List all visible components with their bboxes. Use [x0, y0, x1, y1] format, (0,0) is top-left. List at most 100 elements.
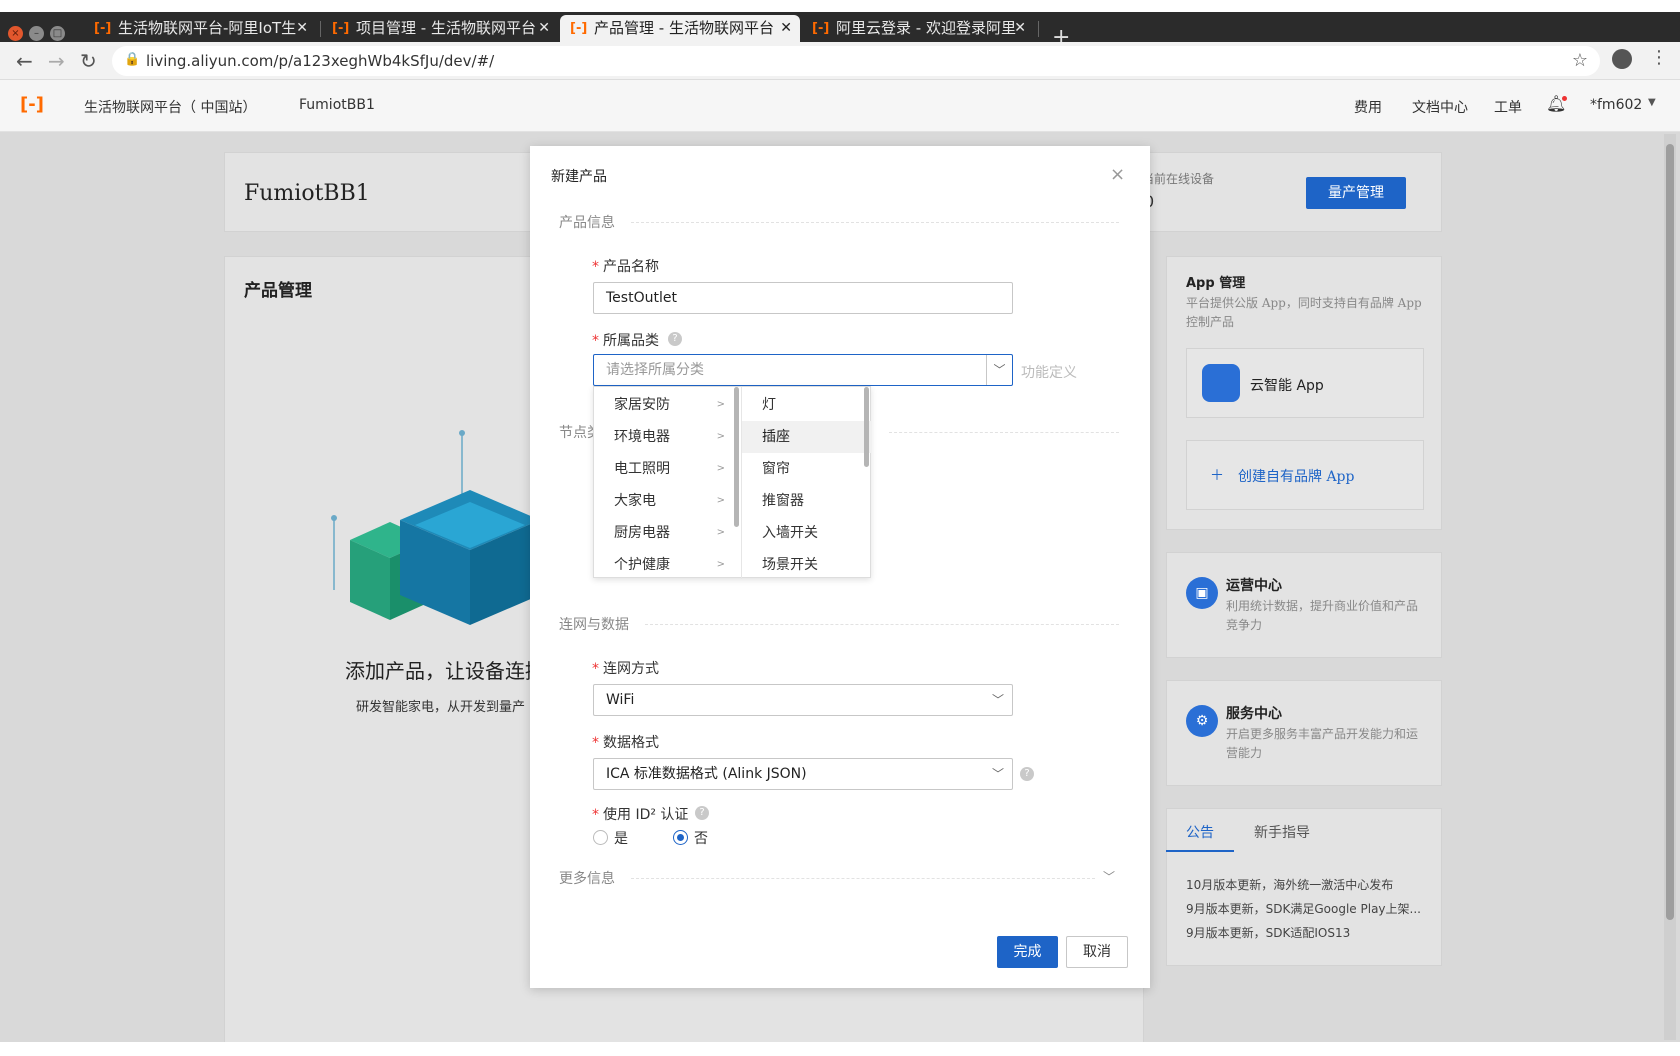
- category-option[interactable]: 环境电器 >: [594, 421, 741, 453]
- reload-icon[interactable]: ↻: [80, 49, 97, 73]
- address-bar[interactable]: 🔒 living.aliyun.com/p/a123xeghWb4kSfJu/d…: [112, 46, 1600, 76]
- category-option[interactable]: 厨房电器 >: [594, 517, 741, 549]
- browser-tab[interactable]: [-] 项目管理 - 生活物联网平台 ✕: [322, 15, 558, 42]
- chevron-down-icon[interactable]: ﹀: [986, 355, 1012, 385]
- product-illustration: [331, 430, 540, 625]
- tab-title: 生活物联网平台-阿里IoT生: [118, 19, 297, 37]
- close-icon[interactable]: ×: [1110, 164, 1125, 185]
- chevron-right-icon: >: [716, 527, 725, 538]
- label-text: 连网方式: [603, 661, 659, 677]
- data-format-value: ICA 标准数据格式 (Alink JSON): [606, 766, 807, 782]
- online-devices-label: 当前在线设备: [1142, 172, 1215, 186]
- chevron-down-icon[interactable]: ﹀: [992, 759, 1004, 789]
- category-option[interactable]: 大家电 >: [594, 485, 741, 517]
- account-avatar-icon[interactable]: [1612, 49, 1632, 69]
- category-option[interactable]: 灯: [742, 389, 872, 421]
- option-label: 大家电: [614, 493, 656, 509]
- section-title: 连网与数据: [559, 617, 629, 633]
- category-option-highlighted[interactable]: 插座: [742, 421, 872, 453]
- label-text: 数据格式: [603, 735, 659, 751]
- dialog-title: 新建产品: [551, 169, 607, 185]
- tab-close-icon[interactable]: ✕: [780, 15, 792, 42]
- browser-tab-bar: × – □ [-] 生活物联网平台-阿里IoT生 ✕ [-] 项目管理 - 生活…: [0, 12, 1680, 50]
- window-minimize-icon[interactable]: –: [29, 26, 44, 41]
- help-icon[interactable]: ?: [1020, 767, 1034, 781]
- cloud-app-icon: [1202, 364, 1240, 402]
- chevron-right-icon: >: [716, 463, 725, 474]
- section-more-info[interactable]: 更多信息 ﹀: [559, 868, 1119, 888]
- nav-tickets[interactable]: 工单: [1494, 97, 1522, 117]
- product-name-input[interactable]: TestOutlet: [593, 282, 1013, 314]
- dropdown-scrollbar[interactable]: [864, 387, 869, 467]
- chevron-down-icon[interactable]: ﹀: [992, 685, 1004, 715]
- category-option[interactable]: 电工照明 >: [594, 453, 741, 485]
- create-brand-app-link[interactable]: 创建自有品牌 App: [1238, 466, 1354, 486]
- tab-separator: [320, 21, 321, 37]
- plus-icon: ＋: [1210, 468, 1224, 484]
- help-icon[interactable]: ?: [668, 332, 682, 346]
- dropdown-scrollbar[interactable]: [734, 387, 739, 527]
- network-select[interactable]: WiFi ﹀: [593, 684, 1013, 716]
- tab-close-icon[interactable]: ✕: [296, 15, 308, 42]
- id2-yes-radio[interactable]: [593, 830, 608, 845]
- window-close-icon[interactable]: ×: [8, 26, 23, 41]
- category-option[interactable]: 个护健康 >: [594, 549, 741, 579]
- category-option[interactable]: 窗帘: [742, 453, 872, 485]
- category-option[interactable]: 家居安防 >: [594, 389, 741, 421]
- category-option[interactable]: 入墙开关: [742, 517, 872, 549]
- browser-menu-icon[interactable]: ⋮: [1650, 47, 1668, 68]
- browser-tab[interactable]: [-] 阿里云登录 - 欢迎登录阿里 ✕: [802, 15, 1034, 42]
- news-item[interactable]: 10月版本更新，海外统一激活中心发布: [1186, 876, 1393, 893]
- browser-tab[interactable]: [-] 生活物联网平台-阿里IoT生 ✕: [84, 15, 316, 42]
- function-definition-label: 功能定义: [1021, 365, 1077, 381]
- new-product-dialog: 新建产品 × 产品信息 * 产品名称 TestOutlet * 所属品类 ? 请选择…: [530, 146, 1150, 988]
- category-option[interactable]: 推窗器: [742, 485, 872, 517]
- bookmark-star-icon[interactable]: ☆: [1572, 50, 1588, 71]
- window-top-strip: [0, 0, 1680, 12]
- category-placeholder: 请选择所属分类: [606, 362, 704, 378]
- tab-close-icon[interactable]: ✕: [1014, 15, 1026, 42]
- app-header: [-] 生活物联网平台（ 中国站） FumiotBB1 费用 文档中心 工单 🔔…: [0, 80, 1680, 132]
- platform-name[interactable]: 生活物联网平台（ 中国站）: [84, 97, 256, 117]
- aliyun-favicon-icon: [-]: [812, 21, 830, 36]
- data-format-select[interactable]: ICA 标准数据格式 (Alink JSON) ﹀: [593, 758, 1013, 790]
- tab-beginner-guide[interactable]: 新手指导: [1254, 822, 1310, 842]
- project-title: FumiotBB1: [244, 181, 370, 206]
- news-item[interactable]: 9月版本更新，SDK适配IOS13: [1186, 924, 1350, 941]
- back-arrow-icon[interactable]: ←: [16, 49, 33, 73]
- window-controls: × – □: [8, 26, 65, 41]
- option-label: 家居安防: [614, 397, 670, 413]
- mass-production-button[interactable]: 量产管理: [1306, 177, 1406, 209]
- window-maximize-icon[interactable]: □: [50, 26, 65, 41]
- help-icon[interactable]: ?: [695, 806, 709, 820]
- required-mark: *: [592, 661, 599, 677]
- confirm-button[interactable]: 完成: [997, 936, 1058, 968]
- project-name[interactable]: FumiotBB1: [299, 97, 375, 113]
- chevron-down-icon[interactable]: ﹀: [1103, 868, 1115, 885]
- aliyun-logo[interactable]: [-]: [20, 94, 44, 115]
- chevron-right-icon: >: [716, 399, 725, 410]
- option-label: 电工照明: [614, 461, 670, 477]
- nav-docs[interactable]: 文档中心: [1412, 97, 1468, 117]
- chevron-down-icon[interactable]: ▼: [1648, 97, 1656, 108]
- id2-no-label[interactable]: 否: [694, 828, 708, 848]
- cancel-button[interactable]: 取消: [1066, 936, 1128, 968]
- required-mark: *: [592, 259, 599, 275]
- category-select[interactable]: 请选择所属分类 ﹀: [593, 354, 1013, 386]
- aliyun-favicon-icon: [-]: [94, 21, 112, 36]
- tab-announcements[interactable]: 公告: [1186, 822, 1214, 842]
- tab-close-icon[interactable]: ✕: [538, 15, 550, 42]
- nav-fees[interactable]: 费用: [1354, 97, 1382, 117]
- news-item[interactable]: 9月版本更新，SDK满足Google Play上架...: [1186, 900, 1421, 917]
- id2-no-radio[interactable]: [673, 830, 688, 845]
- id2-yes-label[interactable]: 是: [614, 828, 628, 848]
- page-scrollbar[interactable]: [1664, 134, 1676, 1040]
- user-name[interactable]: *fm602: [1590, 97, 1642, 113]
- category-option[interactable]: 场景开关: [742, 549, 872, 579]
- page-scroll-thumb[interactable]: [1666, 144, 1674, 920]
- option-label: 厨房电器: [614, 525, 670, 541]
- browser-tab-active[interactable]: [-] 产品管理 - 生活物联网平台 ✕: [560, 15, 800, 42]
- add-product-subtitle: 研发智能家电，从开发到量产: [356, 700, 526, 715]
- forward-arrow-icon[interactable]: →: [48, 49, 65, 73]
- section-title: 更多信息: [559, 871, 615, 887]
